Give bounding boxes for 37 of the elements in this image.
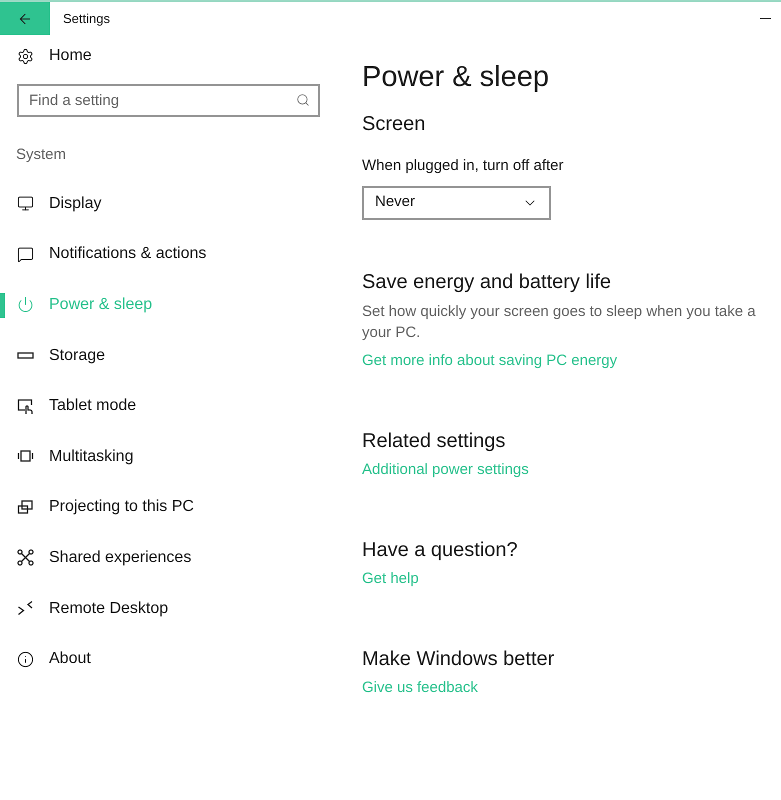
section-heading: Save energy and battery life — [362, 270, 612, 294]
selection-indicator — [0, 292, 5, 318]
nav-item[interactable]: About — [0, 634, 345, 684]
page-title: Power & sleep — [362, 60, 550, 95]
section-heading: Have a question? — [362, 538, 519, 562]
nav-item[interactable]: Notifications & actions — [0, 229, 345, 280]
network-nodes-icon — [17, 549, 34, 566]
section-label: System — [15, 145, 68, 165]
field-label: When plugged in, turn off after — [362, 156, 565, 176]
search-field[interactable]: Find a setting — [17, 84, 320, 117]
search-icon — [296, 93, 310, 107]
description-text: your PC. — [362, 322, 422, 342]
speech-bubble-icon — [17, 246, 34, 263]
tablet-hand-icon — [17, 398, 34, 415]
monitor-icon — [17, 195, 34, 212]
nav-item[interactable]: Remote Desktop — [0, 583, 345, 634]
nav-item[interactable]: Storage — [0, 330, 345, 381]
section-heading: Related settings — [362, 428, 506, 454]
timeout-dropdown[interactable]: Never — [362, 186, 551, 220]
section-heading: Make Windows better — [362, 646, 556, 672]
section-heading: Screen — [362, 112, 426, 137]
nav-item[interactable]: Tablet mode — [0, 380, 345, 432]
home-link[interactable]: Home — [49, 44, 92, 68]
minimize-icon — [760, 18, 771, 19]
remote-arrows-icon — [17, 600, 34, 618]
info-icon — [17, 650, 34, 668]
minimize-button[interactable] — [760, 18, 771, 19]
nav-item[interactable]: Shared experiences — [0, 532, 345, 584]
screens-icon — [17, 498, 34, 516]
power-icon — [17, 296, 34, 314]
window-title: Settings — [63, 10, 110, 28]
gear-icon — [17, 48, 34, 64]
description-text: Set how quickly your screen goes to sleep when you take a — [362, 302, 757, 322]
nav-item[interactable]: Projecting to this PC — [0, 482, 345, 533]
nav-item[interactable]: Multitasking — [0, 431, 345, 482]
back-button[interactable] — [0, 2, 50, 35]
nav-item[interactable]: Display — [0, 178, 345, 230]
